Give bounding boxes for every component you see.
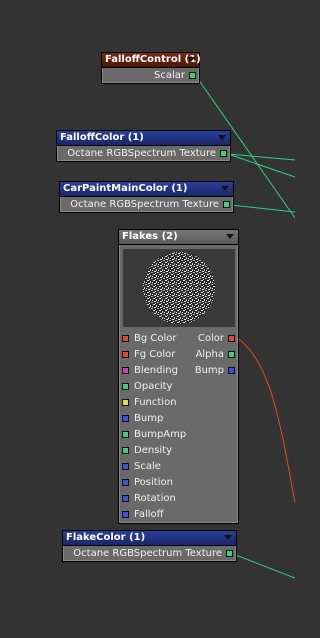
wire-flakecolor	[232, 553, 295, 579]
dropdown-arrow-icon[interactable]	[218, 135, 226, 140]
output-port-row: Octane RGBSpectrum Texture	[57, 146, 230, 161]
input-label: Opacity	[134, 381, 173, 392]
node-title: FalloffColor (1)	[60, 132, 144, 143]
input-label: Bg Color	[134, 333, 177, 344]
node-title: Flakes (2)	[122, 231, 178, 242]
input-label: Scale	[134, 461, 161, 472]
falloff-control-node[interactable]: FalloffControl (1) Scalar	[101, 52, 201, 84]
node-header[interactable]: Flakes (2)	[119, 230, 238, 245]
input-port-icon[interactable]	[122, 479, 129, 486]
input-port-icon[interactable]	[122, 447, 129, 454]
input-label: Density	[134, 445, 173, 456]
input-row-bump: Bump	[119, 411, 238, 427]
output-port-icon[interactable]	[228, 351, 235, 358]
input-port-icon[interactable]	[122, 351, 129, 358]
output-label: Octane RGBSpectrum Texture	[67, 148, 216, 159]
input-label: Blending	[134, 365, 178, 376]
output-label: Scalar	[154, 70, 185, 81]
dropdown-arrow-icon[interactable]	[226, 234, 234, 239]
input-row-opacity: Opacity	[119, 379, 238, 395]
input-label: Fg Color	[134, 349, 176, 360]
node-header[interactable]: FlakeColor (1)	[63, 531, 236, 546]
output-port-row: Scalar	[102, 68, 199, 83]
input-row-function: Function	[119, 395, 238, 411]
node-title: FlakeColor (1)	[66, 532, 146, 543]
input-label: Bump	[134, 413, 164, 424]
input-port-icon[interactable]	[122, 511, 129, 518]
input-row-position: Position	[119, 475, 238, 491]
input-row-falloff: Falloff	[119, 507, 238, 523]
input-row-rotation: Rotation	[119, 491, 238, 507]
node-header[interactable]: FalloffControl (1)	[102, 53, 201, 68]
input-port-icon[interactable]	[122, 383, 129, 390]
flakes-node[interactable]: Flakes (2) Bg Color Color Fg Color Alpha…	[118, 229, 239, 524]
input-row-bumpamp: BumpAmp	[119, 427, 238, 443]
output-port-icon[interactable]	[223, 201, 230, 208]
input-port-icon[interactable]	[122, 367, 129, 374]
input-row-density: Density	[119, 443, 238, 459]
input-label: BumpAmp	[134, 429, 187, 440]
node-title: CarPaintMainColor (1)	[63, 183, 188, 194]
output-port-icon[interactable]	[189, 72, 196, 79]
output-label: Bump	[194, 365, 224, 376]
input-label: Falloff	[134, 509, 164, 520]
input-port-icon[interactable]	[122, 335, 129, 342]
falloff-color-node[interactable]: FalloffColor (1) Octane RGBSpectrum Text…	[56, 130, 231, 162]
dropdown-arrow-icon[interactable]	[224, 535, 232, 540]
texture-preview	[122, 249, 235, 327]
output-port-row: Octane RGBSpectrum Texture	[60, 197, 233, 212]
node-header[interactable]: FalloffColor (1)	[57, 131, 230, 146]
input-row-fg-color: Fg Color Alpha	[119, 347, 238, 363]
output-port-icon[interactable]	[228, 367, 235, 374]
input-row-blending: Blending Bump	[119, 363, 238, 379]
output-label: Octane RGBSpectrum Texture	[70, 199, 219, 210]
wire-flakes-color	[235, 336, 295, 504]
flake-color-node[interactable]: FlakeColor (1) Octane RGBSpectrum Textur…	[62, 530, 237, 562]
output-port-row: Octane RGBSpectrum Texture	[63, 546, 236, 561]
input-port-icon[interactable]	[122, 431, 129, 438]
output-label: Octane RGBSpectrum Texture	[73, 548, 222, 559]
wire-carpaint	[230, 204, 295, 213]
node-header[interactable]: CarPaintMainColor (1)	[60, 182, 233, 197]
dropdown-arrow-icon[interactable]	[187, 57, 195, 62]
output-port-icon[interactable]	[228, 335, 235, 342]
output-label: Color	[197, 333, 224, 344]
input-label: Rotation	[134, 493, 176, 504]
input-label: Position	[134, 477, 173, 488]
output-port-icon[interactable]	[220, 150, 227, 157]
input-port-icon[interactable]	[122, 495, 129, 502]
output-port-icon[interactable]	[226, 550, 233, 557]
output-label: Alpha	[195, 349, 224, 360]
input-row-scale: Scale	[119, 459, 238, 475]
input-row-bg-color: Bg Color Color	[119, 331, 238, 347]
flake-noise-preview	[142, 252, 215, 324]
input-label: Function	[134, 397, 177, 408]
input-port-icon[interactable]	[122, 399, 129, 406]
input-port-icon[interactable]	[122, 415, 129, 422]
dropdown-arrow-icon[interactable]	[221, 186, 229, 191]
input-port-icon[interactable]	[122, 463, 129, 470]
carpaint-main-color-node[interactable]: CarPaintMainColor (1) Octane RGBSpectrum…	[59, 181, 234, 213]
